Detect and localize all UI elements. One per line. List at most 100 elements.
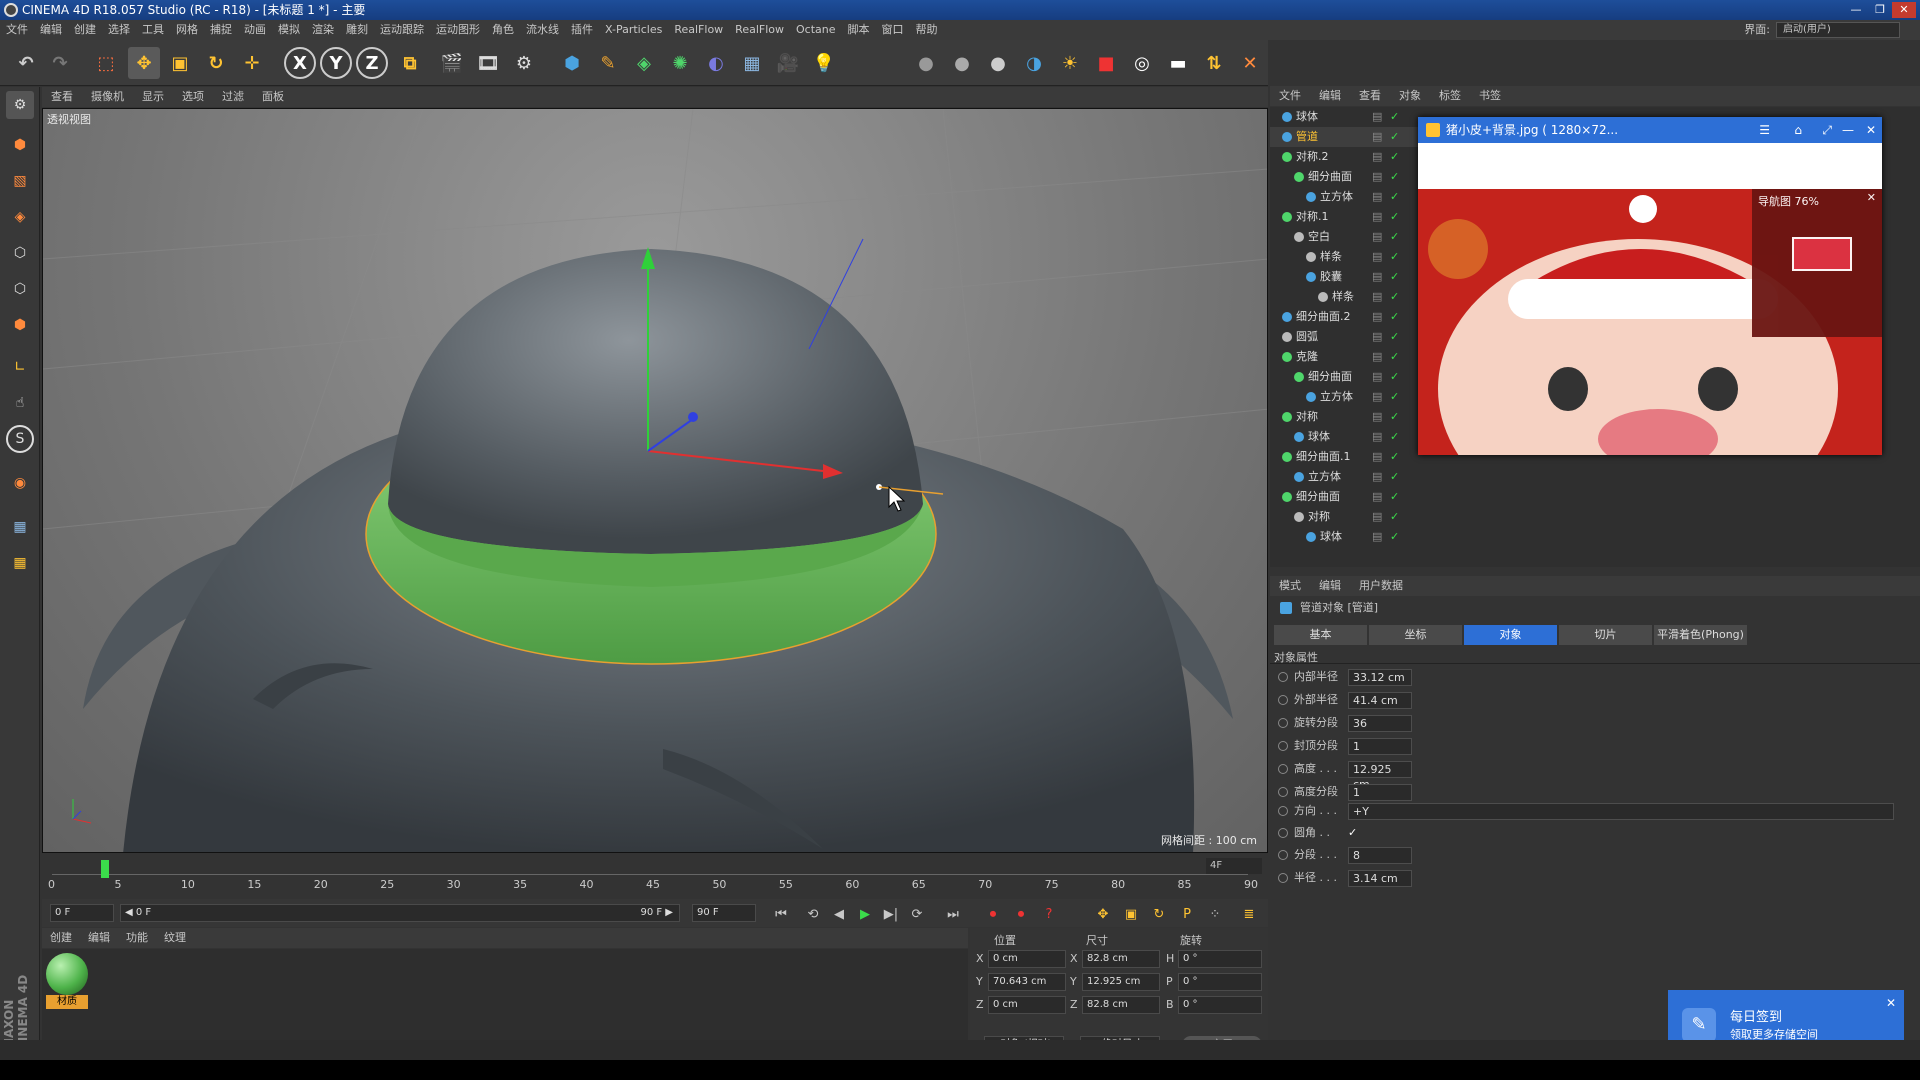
key-param-icon[interactable]: P: [1176, 903, 1198, 925]
object-edit-icon[interactable]: ▤: [1372, 487, 1382, 507]
menu-item-12[interactable]: 运动图形: [430, 20, 486, 40]
pv-menu-icon[interactable]: ☰: [1759, 117, 1770, 143]
octane-render-icon[interactable]: ■: [1090, 47, 1122, 79]
menu-item-21[interactable]: 窗口: [876, 20, 910, 40]
direction-select[interactable]: +Y: [1348, 803, 1894, 820]
coord-rotation-field[interactable]: 0 °: [1178, 950, 1262, 968]
viewport-menu-item-2[interactable]: 显示: [133, 87, 173, 107]
coord-size-field[interactable]: 82.8 cm: [1082, 950, 1160, 968]
contrast-icon[interactable]: ◑: [1018, 47, 1050, 79]
camera-icon[interactable]: 🎥: [772, 47, 804, 79]
keyframe-help-icon[interactable]: ?: [1038, 903, 1060, 925]
timeline[interactable]: 0 5 10 15 20 25 30 35 40 45 50 55 60 65 70 75 80 85 90 4F: [42, 854, 1268, 898]
toast-close-icon[interactable]: ✕: [1886, 996, 1896, 1010]
object-visible-check-icon[interactable]: ✓: [1390, 467, 1399, 487]
object-visible-check-icon[interactable]: ✓: [1390, 167, 1399, 187]
step-forward-icon[interactable]: ▶|: [880, 903, 902, 925]
record-icon[interactable]: ⏺: [982, 903, 1004, 925]
object-visible-check-icon[interactable]: ✓: [1390, 347, 1399, 367]
menu-item-4[interactable]: 工具: [136, 20, 170, 40]
end-frame-field[interactable]: 90 F: [692, 904, 756, 922]
attribute-menu-item-1[interactable]: 编辑: [1310, 576, 1350, 596]
object-visible-check-icon[interactable]: ✓: [1390, 507, 1399, 527]
property-radio[interactable]: [1278, 741, 1288, 751]
object-row[interactable]: 球体 ▤ ✓: [1270, 527, 1600, 547]
coord-position-field[interactable]: 0 cm: [988, 950, 1066, 968]
menu-item-0[interactable]: 文件: [0, 20, 34, 40]
go-to-start-icon[interactable]: ⏮: [770, 903, 792, 925]
object-edit-icon[interactable]: ▤: [1372, 187, 1382, 207]
object-row[interactable]: 细分曲面 ▤ ✓: [1270, 487, 1600, 507]
object-edit-icon[interactable]: ▤: [1372, 407, 1382, 427]
menu-item-11[interactable]: 运动跟踪: [374, 20, 430, 40]
menu-item-6[interactable]: 捕捉: [204, 20, 238, 40]
menu-item-20[interactable]: 脚本: [842, 20, 876, 40]
object-edit-icon[interactable]: ▤: [1372, 507, 1382, 527]
attribute-tab[interactable]: 平滑着色(Phong): [1654, 625, 1748, 645]
menu-item-19[interactable]: Octane: [790, 20, 842, 40]
coord-position-field[interactable]: 70.643 cm: [988, 973, 1066, 991]
navigator-close-icon[interactable]: ✕: [1867, 191, 1876, 204]
object-edit-icon[interactable]: ▤: [1372, 107, 1382, 127]
property-radio[interactable]: [1278, 787, 1288, 797]
object-visible-check-icon[interactable]: ✓: [1390, 207, 1399, 227]
key-scale-icon[interactable]: ▣: [1120, 903, 1142, 925]
object-visible-check-icon[interactable]: ✓: [1390, 107, 1399, 127]
coord-size-field[interactable]: 12.925 cm: [1082, 973, 1160, 991]
menu-item-14[interactable]: 流水线: [520, 20, 565, 40]
object-row[interactable]: 立方体 ▤ ✓: [1270, 467, 1600, 487]
object-edit-icon[interactable]: ▤: [1372, 207, 1382, 227]
menu-item-2[interactable]: 创建: [68, 20, 102, 40]
timeline-menu-icon[interactable]: ≣: [1238, 903, 1260, 925]
attribute-tab[interactable]: 对象: [1464, 625, 1558, 645]
material-sphere3-icon[interactable]: ●: [982, 47, 1014, 79]
object-menu-item-2[interactable]: 查看: [1350, 86, 1390, 106]
mode-model-icon[interactable]: ⚙: [6, 91, 34, 119]
octane-target-icon[interactable]: ◎: [1126, 47, 1158, 79]
material-swatch[interactable]: 材质: [46, 953, 88, 1009]
undo-icon[interactable]: ↶: [10, 47, 42, 79]
mode-points-icon[interactable]: ⬡: [6, 239, 34, 267]
current-frame-field[interactable]: 4F: [1206, 858, 1262, 874]
property-value-field[interactable]: 3.14 cm: [1348, 870, 1412, 887]
redo-icon[interactable]: ↷: [44, 47, 76, 79]
sun-icon[interactable]: ☀: [1054, 47, 1086, 79]
menu-item-10[interactable]: 雕刻: [340, 20, 374, 40]
viewport-menu-item-1[interactable]: 摄像机: [82, 87, 133, 107]
magnet-icon[interactable]: ◉: [6, 469, 34, 497]
timeline-playhead[interactable]: [101, 860, 110, 878]
property-radio[interactable]: [1278, 873, 1288, 883]
object-edit-icon[interactable]: ▤: [1372, 347, 1382, 367]
subdivision-icon[interactable]: ◈: [628, 47, 660, 79]
start-frame-field[interactable]: 0 F: [50, 904, 114, 922]
material-menu-item-0[interactable]: 创建: [42, 928, 80, 948]
object-edit-icon[interactable]: ▤: [1372, 167, 1382, 187]
object-visible-check-icon[interactable]: ✓: [1390, 247, 1399, 267]
material-menu-item-3[interactable]: 纹理: [156, 928, 194, 948]
viewport-menu-item-4[interactable]: 过滤: [213, 87, 253, 107]
prop-fillet-radio[interactable]: [1278, 828, 1288, 838]
key-rotation-icon[interactable]: ↻: [1148, 903, 1170, 925]
object-menu-item-5[interactable]: 书签: [1470, 86, 1510, 106]
fillet-checkbox[interactable]: ✓: [1348, 823, 1357, 843]
property-value-field[interactable]: 12.925 cm: [1348, 761, 1412, 791]
play-icon[interactable]: ▶: [854, 903, 876, 925]
object-visible-check-icon[interactable]: ✓: [1390, 407, 1399, 427]
floor-icon[interactable]: ▦: [736, 47, 768, 79]
octane-tools-icon[interactable]: ✕: [1234, 47, 1266, 79]
pen-icon[interactable]: ✎: [592, 47, 624, 79]
render-settings-icon[interactable]: ⚙: [508, 47, 540, 79]
object-visible-check-icon[interactable]: ✓: [1390, 227, 1399, 247]
deformer-icon[interactable]: ◐: [700, 47, 732, 79]
object-visible-check-icon[interactable]: ✓: [1390, 147, 1399, 167]
minimize-icon[interactable]: —: [1844, 2, 1868, 18]
y-axis-icon[interactable]: Y: [320, 47, 352, 79]
universal-icon[interactable]: ✛: [236, 47, 268, 79]
material-menu-item-1[interactable]: 编辑: [80, 928, 118, 948]
menu-item-18[interactable]: RealFlow: [729, 20, 790, 40]
object-visible-check-icon[interactable]: ✓: [1390, 287, 1399, 307]
menu-item-13[interactable]: 角色: [486, 20, 520, 40]
x-axis-icon[interactable]: X: [284, 47, 316, 79]
object-visible-check-icon[interactable]: ✓: [1390, 367, 1399, 387]
viewport-menu-item-5[interactable]: 面板: [253, 87, 293, 107]
